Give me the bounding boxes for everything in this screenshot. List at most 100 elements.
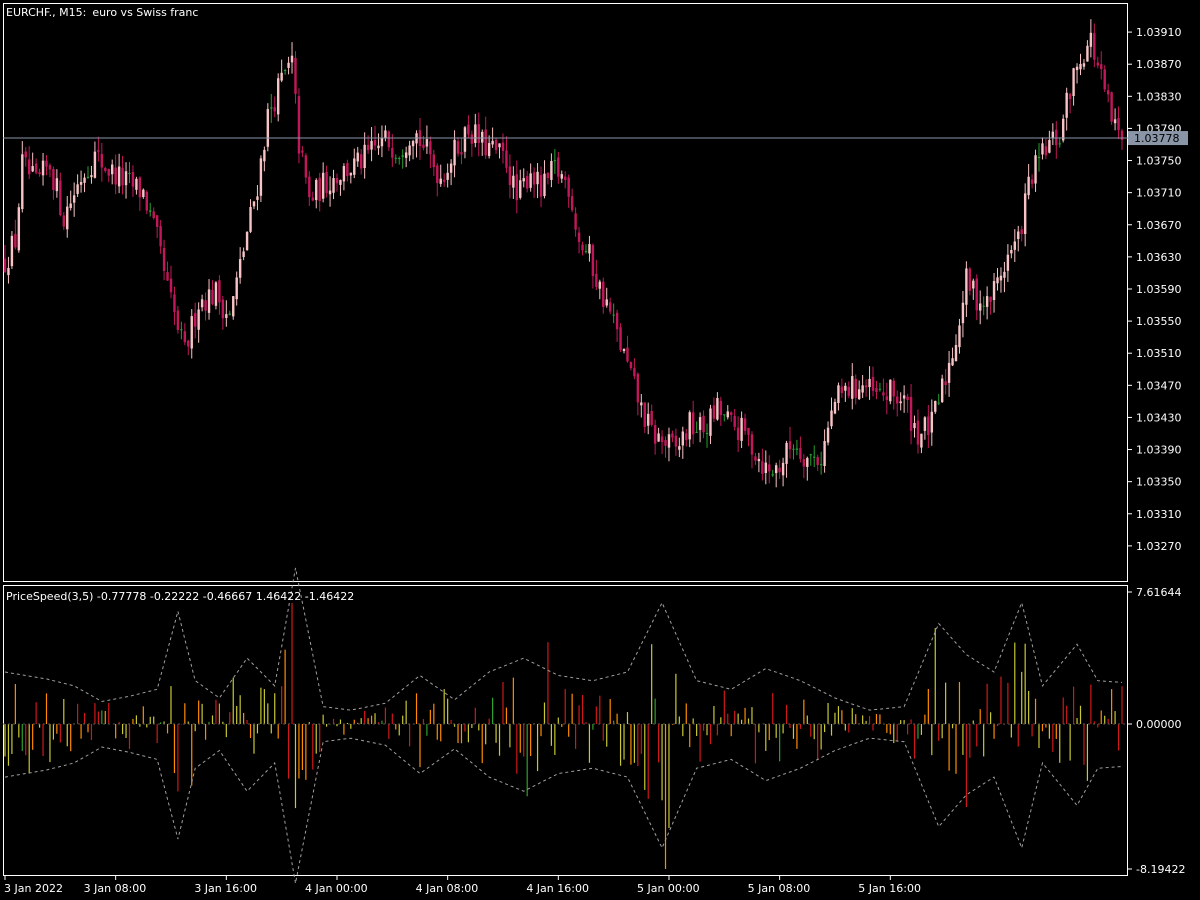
candle-body (840, 386, 844, 394)
candle-body (218, 280, 221, 303)
candle-body (318, 177, 321, 202)
candle-body (446, 172, 449, 180)
candle-body (754, 456, 757, 461)
candle-body (442, 179, 446, 182)
candle-body (391, 148, 394, 158)
candle-body (1079, 63, 1082, 70)
candle-body (1103, 69, 1106, 90)
candle-body (460, 152, 463, 155)
candle-body (712, 405, 716, 419)
indicator-title: PriceSpeed(3,5) -0.77778 -0.22222 -0.466… (6, 590, 354, 603)
candle-body (169, 278, 173, 293)
time-tick-label: 5 Jan 16:00 (858, 882, 921, 895)
candle-body (14, 233, 17, 248)
candle-body (204, 300, 207, 311)
candle-body (404, 152, 408, 158)
indicator-axis-zero: 0.00000 (1136, 718, 1182, 731)
candle-body (380, 137, 384, 147)
candle-body (21, 154, 24, 210)
candle-body (844, 385, 847, 391)
candle-body (819, 464, 823, 466)
candle-body (214, 282, 218, 306)
candle-body (176, 310, 180, 330)
candle-body (951, 358, 954, 366)
candle-body (432, 154, 436, 168)
candle-body (702, 415, 705, 433)
candle-body (1068, 93, 1072, 100)
price-tick-label: 1.03590 (1136, 283, 1182, 296)
candle-body (356, 152, 359, 162)
candle-body (38, 172, 41, 175)
candle-body (256, 196, 259, 200)
candle-body (671, 433, 674, 438)
candle-body (934, 400, 937, 412)
candle-body (149, 210, 152, 212)
candle-body (456, 141, 460, 154)
candle-body (259, 158, 263, 196)
candle-body (719, 400, 723, 416)
candle-body (916, 420, 920, 445)
candle-body (1010, 249, 1013, 254)
candle-body (965, 268, 968, 305)
candle-body (280, 72, 283, 81)
candle-body (41, 160, 45, 176)
candle-body (28, 159, 31, 175)
candle-body (774, 465, 778, 474)
candle-body (667, 434, 671, 448)
candle-body (629, 362, 633, 369)
candle-body (173, 294, 176, 313)
candle-body (187, 340, 190, 347)
candle-body (522, 178, 525, 182)
candle-body (7, 267, 10, 276)
candle-body (733, 415, 736, 427)
candle-body (968, 268, 972, 291)
candle-body (570, 196, 574, 211)
candle-body (1037, 156, 1041, 159)
candle-body (304, 155, 308, 178)
candle-body (180, 329, 183, 331)
candle-body (155, 215, 159, 227)
candle-body (816, 457, 819, 465)
time-tick-label: 4 Jan 16:00 (526, 882, 589, 895)
candle-body (543, 173, 546, 197)
candle-body (989, 296, 992, 302)
candle-body (560, 174, 563, 179)
candle-body (131, 171, 135, 187)
candle-body (429, 141, 432, 155)
timeframe-value: M15: (59, 6, 86, 19)
price-tick-label: 1.03910 (1136, 26, 1182, 39)
candle-body (519, 180, 522, 198)
candle-body (315, 179, 318, 201)
price-tick-label: 1.03470 (1136, 379, 1182, 392)
candle-body (871, 376, 875, 391)
candle-body (557, 157, 560, 177)
chart-window[interactable]: 1.039101.038701.038301.037901.037501.037… (0, 0, 1200, 900)
candle-body (899, 401, 902, 404)
candle-body (833, 401, 837, 414)
candle-body (470, 134, 474, 144)
candle-body (474, 124, 477, 144)
candle-body (117, 166, 121, 187)
candle-body (79, 182, 83, 185)
candle-body (920, 433, 923, 448)
candle-body (705, 433, 709, 435)
candle-body (353, 158, 356, 175)
candle-body (100, 153, 104, 168)
price-tick-label: 1.03270 (1136, 540, 1182, 553)
candle-body (93, 151, 97, 178)
candle-body (104, 168, 107, 171)
symbol-label: EURCHF. (6, 6, 52, 19)
candle-body (906, 396, 909, 400)
candle-body (308, 176, 311, 198)
candle-body (626, 347, 629, 362)
price-tick-label: 1.03670 (1136, 219, 1182, 232)
candle-body (328, 190, 332, 195)
candle-body (276, 78, 280, 115)
price-tick-label: 1.03430 (1136, 411, 1182, 424)
candle-body (664, 440, 667, 446)
candle-body (972, 280, 975, 289)
candle-body (1065, 92, 1068, 118)
candle-body (508, 166, 512, 185)
candle-body (992, 281, 996, 300)
candle-body (138, 177, 142, 198)
